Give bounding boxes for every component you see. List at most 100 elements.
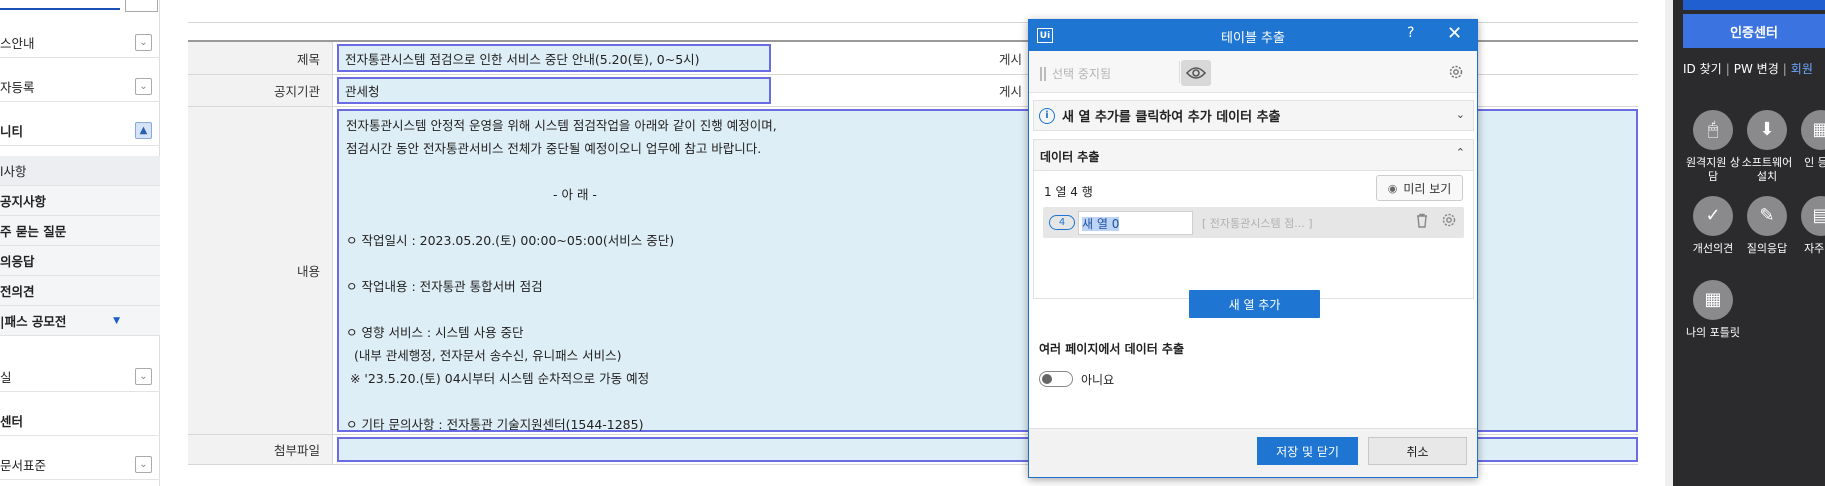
trash-icon[interactable] [1415,213,1429,232]
chevron-up-icon[interactable]: ▲ [135,122,152,139]
qa-icon: ✎ [1747,196,1787,236]
chevron-down-icon[interactable]: ⌄ [135,368,152,385]
cancel-button[interactable]: 취소 [1368,437,1467,465]
stop-selection-label: 선택 중지됨 [1052,67,1112,81]
portlet-item[interactable]: ▦ 나의 포틀릿 [1683,280,1743,340]
improvement-item[interactable]: ✓ 개선의견 [1683,196,1743,256]
sidebar-item-qa[interactable]: 의응답 [0,246,160,276]
sidebar-item-label: 센터 [0,414,24,429]
cert-center-button[interactable]: 인증센터 [1683,14,1825,48]
save-and-close-button[interactable]: 저장 및 닫기 [1257,437,1358,465]
chevron-up-icon[interactable]: ⌃ [1456,146,1465,159]
multi-page-label: 여러 페이지에서 데이터 추출 [1039,342,1185,356]
dialog-titlebar: Ui 테이블 추출 ? ✕ [1029,20,1477,51]
sidebar-item-label: 주 묻는 질문 [0,224,67,239]
caret-down-icon: ▼ [113,315,120,326]
content-line: ㅇ 작업일시 : 2023.05.20.(토) 00:00~05:00(서비스 … [346,233,675,248]
column-preview: [ 전자통관시스템 점... ] [1202,217,1313,230]
sidebar-item-label: l사항 [0,164,27,179]
sidebar-item-center[interactable]: 센터 [0,406,160,436]
top-button[interactable] [1683,0,1825,10]
table-extraction-dialog: Ui 테이블 추출 ? ✕ 선택 중지됨 i 새 열 추가를 클릭하여 추가 데… [1028,19,1478,478]
register-label: 인 등록 [1804,156,1825,169]
eye-icon: ◉ [1387,181,1398,195]
member-link[interactable]: 회원 [1791,62,1813,76]
preview-label: 미리 보기 [1403,181,1452,196]
data-extraction-section: 데이터 추출 ⌃ 1 열 4 행 ◉ 미리 보기 4 새 열 0 [ 전자통관시… [1033,139,1474,299]
software-install-item[interactable]: ⬇ 소프트웨어 설치 [1737,110,1797,184]
sidebar-item-label: 공지사항 [0,194,47,209]
gear-icon[interactable] [1448,64,1464,84]
toggle-label: 아니요 [1081,373,1115,387]
sidebar-item-doc-standard[interactable]: 문서표준 ⌄ [0,450,160,480]
software-install-label: 소프트웨어 설치 [1741,156,1793,183]
info-bar[interactable]: i 새 열 추가를 클릭하여 추가 데이터 추출 ⌄ [1033,100,1474,131]
chevron-down-icon[interactable]: ⌄ [135,78,152,95]
sidebar-item-data-room[interactable]: 실 ⌄ [0,362,160,392]
improvement-label: 개선의견 [1692,242,1734,255]
info-icon: i [1039,107,1055,124]
chevron-down-icon[interactable]: ⌄ [1456,108,1465,121]
content-line: - 아 래 - [553,187,597,202]
software-install-icon: ⬇ [1747,110,1787,150]
find-id-link[interactable]: ID 찾기 [1683,62,1722,76]
sidebar-item-service-guide[interactable]: 스안내 ⌄ [0,28,160,58]
close-icon[interactable]: ✕ [1447,23,1462,44]
register-item[interactable]: ▦ 인 등록 [1791,110,1825,170]
sidebar-item-label: 스안내 [0,36,35,51]
divider [1179,61,1180,83]
multi-page-toggle[interactable] [1039,371,1073,387]
content-line: ㅇ 영향 서비스 : 시스템 사용 중단 [346,325,524,340]
column-row-count: 1 열 4 행 [1044,185,1093,199]
remote-support-item[interactable]: 🖱 원격지원 상담 [1683,110,1743,184]
stop-selection-button[interactable]: 선택 중지됨 [1040,65,1111,82]
faq-label: 자주 질 [1804,242,1825,255]
content-line: ※ '23.5.20.(토) 04시부터 시스템 순차적으로 가동 예정 [346,371,650,386]
chevron-down-icon[interactable]: ⌄ [135,456,152,473]
sidebar-item-label: 실 [0,370,12,385]
attachment-label: 첨부파일 [188,435,333,464]
posted-label: 게시 [999,84,1023,99]
sidebar-item-label: |패스 공모전 [0,314,67,329]
right-panel: 인증센터 ID 찾기 | PW 변경 | 회원 🖱 원격지원 상담 ⬇ 소프트웨어 설치… [1665,0,1825,486]
dialog-toolbar: 선택 중지됨 [1029,51,1477,93]
column-name-text: 새 열 0 [1082,217,1120,231]
column-name-input[interactable]: 새 열 0 [1078,211,1193,235]
column-item: 4 새 열 0 [ 전자통관시스템 점... ] [1043,207,1464,238]
dialog-footer: 저장 및 닫기 취소 [1029,428,1477,477]
sidebar-item-community[interactable]: 니티 ▲ [0,116,160,146]
agency-value[interactable]: 관세청 [337,77,771,104]
chevron-down-icon[interactable]: ⌄ [135,34,152,51]
qa-item[interactable]: ✎ 질의응답 [1737,196,1797,256]
gear-icon[interactable] [1441,212,1457,232]
change-pw-link[interactable]: PW 변경 [1734,62,1779,76]
info-text: 새 열 추가를 클릭하여 추가 데이터 추출 [1062,110,1281,125]
section-header[interactable]: 데이터 추출 ⌃ [1034,140,1473,171]
add-column-button[interactable]: 새 열 추가 [1189,290,1320,318]
remote-support-icon: 🖱 [1693,110,1733,150]
eye-icon[interactable] [1181,60,1211,86]
preview-button[interactable]: ◉ 미리 보기 [1376,175,1463,201]
content-line: 점검시간 동안 전자통관서비스 전체가 중단될 예정이오니 업무에 참고 바랍니… [346,141,762,156]
sidebar-item-registration[interactable]: 자등록 ⌄ [0,72,160,102]
sidebar-item-notices[interactable]: l사항 [0,156,160,186]
title-value[interactable]: 전자통관시스템 점검으로 인한 서비스 중단 안내(5.20(토), 0~5시) [337,44,771,72]
toggle-knob [1042,374,1052,384]
help-icon[interactable]: ? [1407,25,1414,41]
faq-item[interactable]: ▤ 자주 질 [1791,196,1825,256]
sidebar-item-unipass-contest[interactable]: |패스 공모전 ▼ [0,306,160,336]
agency-label: 공지기관 [188,75,333,106]
sidebar-top-bar [0,0,120,10]
content-line: 전자통관시스템 안정적 운영을 위해 시스템 점검작업을 아래와 같이 진행 예… [346,118,777,133]
qa-label: 질의응답 [1746,242,1788,255]
sidebar-item-label: 전의견 [0,284,35,299]
check-icon: ✓ [1693,196,1733,236]
sidebar: 스안내 ⌄ 자등록 ⌄ 니티 ▲ l사항 공지사항 주 묻는 질문 의응답 전의… [0,0,160,486]
sidebar-item-public-notices[interactable]: 공지사항 [0,186,160,216]
portlet-label: 나의 포틀릿 [1685,326,1741,339]
content-label: 내용 [188,107,333,434]
posted-label: 게시 [999,51,1023,67]
remote-support-label: 원격지원 상담 [1685,156,1741,183]
sidebar-item-opinions[interactable]: 전의견 [0,276,160,306]
sidebar-item-faq[interactable]: 주 묻는 질문 [0,216,160,246]
